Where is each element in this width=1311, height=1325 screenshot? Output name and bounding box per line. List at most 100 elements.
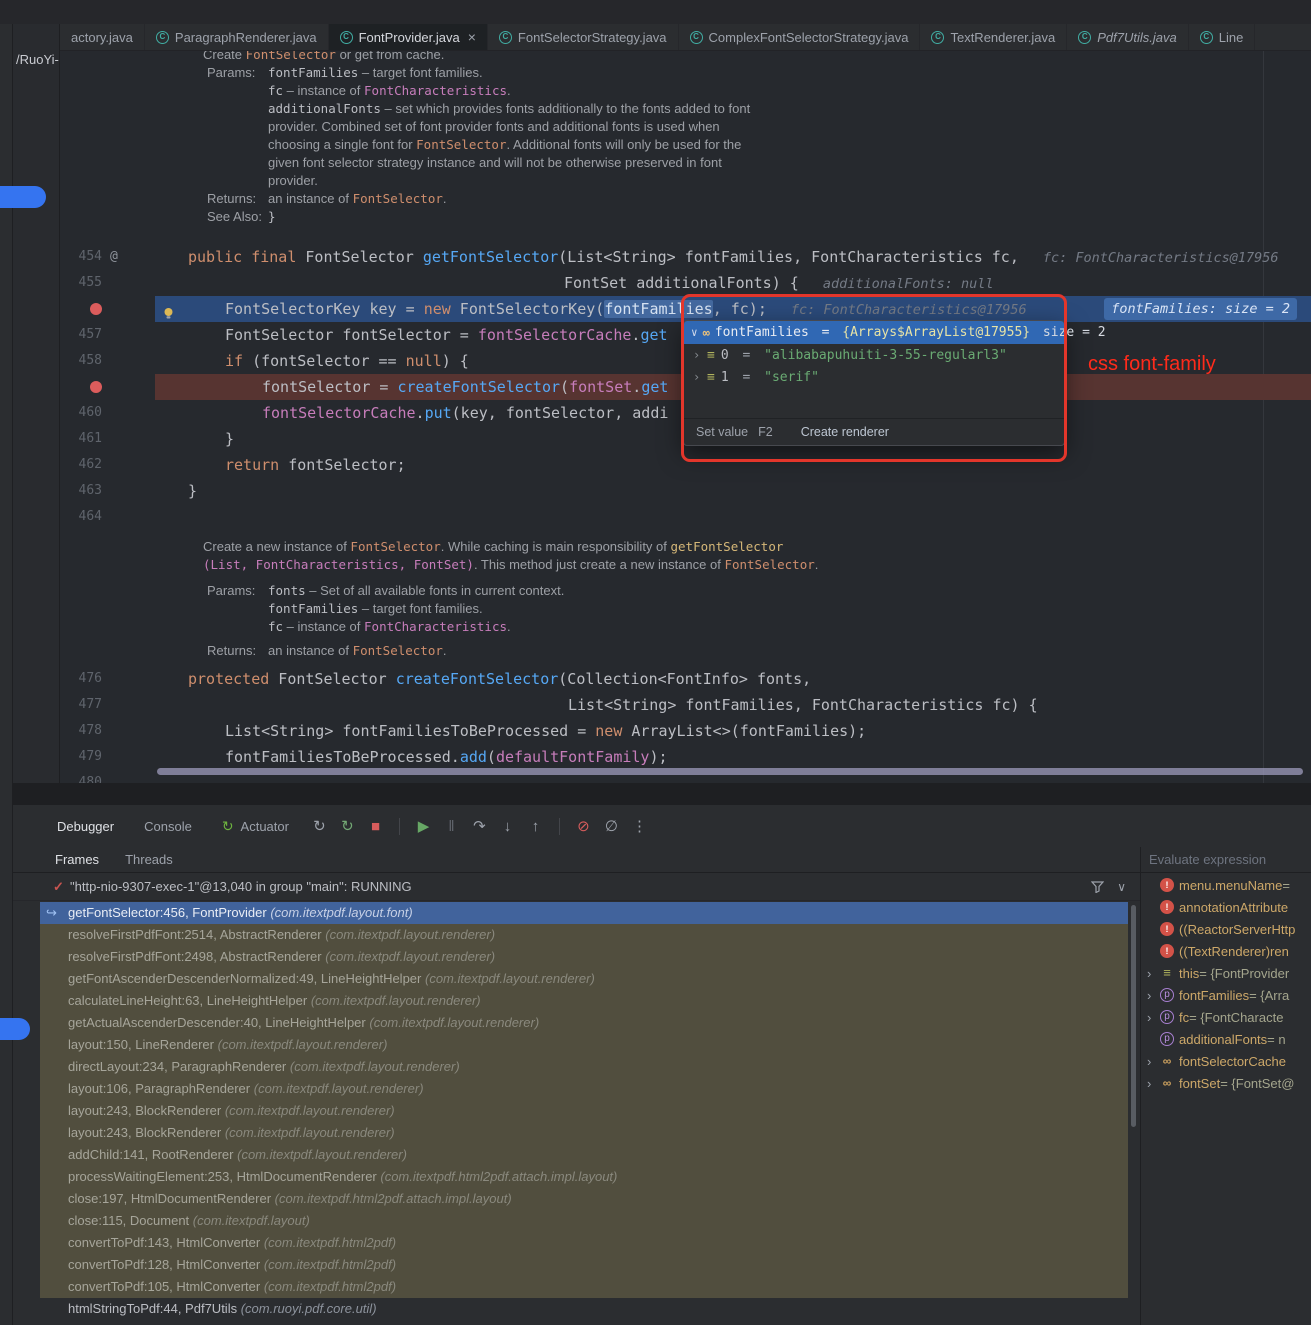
- stack-frame-row[interactable]: addChild:141, RootRenderer (com.itextpdf…: [40, 1144, 1128, 1166]
- evaluate-expression-field[interactable]: Evaluate expression: [1141, 847, 1311, 873]
- stop-icon[interactable]: ■: [367, 818, 384, 835]
- popup-variable-header[interactable]: ∨ ∞ fontFamilies = {Arrays$ArrayList@179…: [684, 321, 1064, 344]
- editor-tab-pdf7utils-java[interactable]: CPdf7Utils.java: [1067, 24, 1188, 50]
- stack-frame-row[interactable]: convertToPdf:105, HtmlConverter (com.ite…: [40, 1276, 1128, 1298]
- watch-row[interactable]: ›∞fontSelectorCache: [1141, 1050, 1311, 1072]
- frame-package: (com.itextpdf.layout.renderer): [325, 927, 495, 942]
- stack-frame-row[interactable]: resolveFirstPdfFont:2498, AbstractRender…: [40, 946, 1128, 968]
- debug-tab-console[interactable]: Console: [144, 819, 192, 834]
- editor-tab-fontprovider-java[interactable]: CFontProvider.java×: [329, 24, 488, 50]
- watch-row[interactable]: !((TextRenderer)ren: [1141, 940, 1311, 962]
- toolwindow-stripe-active-icon[interactable]: [0, 186, 46, 208]
- stack-frame-row[interactable]: ↪getFontSelector:456, FontProvider (com.…: [40, 902, 1128, 924]
- javadoc-line: Returns:an instance of FontSelector.: [60, 190, 1311, 208]
- tab-threads[interactable]: Threads: [125, 852, 173, 867]
- watch-row[interactable]: !menu.menuName =: [1141, 874, 1311, 896]
- chevron-right-icon[interactable]: ›: [693, 348, 701, 362]
- chevron-right-icon[interactable]: ›: [1147, 1010, 1160, 1025]
- watch-row[interactable]: ›≡this = {FontProvider: [1141, 962, 1311, 984]
- code-line[interactable]: 478List<String> fontFamiliesToBeProcesse…: [60, 718, 1311, 744]
- editor-tab-complexfontselectorstrategy-java[interactable]: CComplexFontSelectorStrategy.java: [679, 24, 921, 50]
- filter-funnel-icon[interactable]: [1091, 881, 1104, 893]
- pause-icon[interactable]: ‖: [443, 818, 460, 835]
- set-value-action[interactable]: Set value: [696, 425, 748, 439]
- stack-frame-row[interactable]: convertToPdf:143, HtmlConverter (com.ite…: [40, 1232, 1128, 1254]
- chevron-right-icon[interactable]: ›: [1147, 966, 1160, 981]
- code-line[interactable]: 477List<String> fontFamilies, FontCharac…: [60, 692, 1311, 718]
- javadoc-line: See Also:}: [60, 208, 1311, 226]
- chevron-right-icon[interactable]: ›: [1147, 988, 1160, 1003]
- watch-row[interactable]: !annotationAttribute: [1141, 896, 1311, 918]
- watch-row[interactable]: !((ReactorServerHttp: [1141, 918, 1311, 940]
- editor-gutter: [60, 556, 155, 574]
- code-line[interactable]: 455FontSet additionalFonts) {additionalF…: [60, 270, 1311, 296]
- watch-row[interactable]: padditionalFonts = n: [1141, 1028, 1311, 1050]
- editor-tab-paragraphrenderer-java[interactable]: CParagraphRenderer.java: [145, 24, 329, 50]
- mute-breakpoints-icon[interactable]: ⊘: [575, 817, 592, 835]
- stack-frame-row[interactable]: directLayout:234, ParagraphRenderer (com…: [40, 1056, 1128, 1078]
- array-item-row[interactable]: ›≡0 = "alibabapuhuiti-3-55-regularl3": [684, 344, 1064, 366]
- stack-frame-row[interactable]: layout:243, BlockRenderer (com.itextpdf.…: [40, 1100, 1128, 1122]
- stack-frame-row[interactable]: htmlStringToPdf:44, Pdf7Utils (com.ruoyi…: [40, 1298, 1128, 1320]
- tab-label: FontSelectorStrategy.java: [518, 30, 667, 45]
- code-line[interactable]: 463}: [60, 478, 1311, 504]
- stack-frame-row[interactable]: getFontAscenderDescenderNormalized:49, L…: [40, 968, 1128, 990]
- chevron-right-icon[interactable]: ›: [1147, 1054, 1160, 1069]
- chevron-right-icon[interactable]: ›: [693, 370, 701, 384]
- editor-tab-line[interactable]: CLine: [1189, 24, 1256, 50]
- gutter-space: [102, 322, 155, 348]
- vertical-scrollbar[interactable]: [1131, 905, 1136, 1127]
- tab-frames[interactable]: Frames: [55, 852, 99, 867]
- stack-frame-row[interactable]: processWaitingElement:253, HtmlDocumentR…: [40, 1166, 1128, 1188]
- code-line[interactable]: 476protected FontSelector createFontSele…: [60, 666, 1311, 692]
- stack-frame-row[interactable]: convertToPdf:128, HtmlConverter (com.ite…: [40, 1254, 1128, 1276]
- chevron-right-icon[interactable]: ›: [1147, 1076, 1160, 1091]
- stack-frame-row[interactable]: resolveFirstPdfFont:2514, AbstractRender…: [40, 924, 1128, 946]
- chevron-down-icon[interactable]: ∨: [691, 326, 698, 339]
- step-into-icon[interactable]: ↓: [499, 818, 516, 835]
- debug-tab-actuator[interactable]: ↻Actuator: [222, 818, 289, 835]
- stack-frame-row[interactable]: layout:243, BlockRenderer (com.itextpdf.…: [40, 1122, 1128, 1144]
- debug-tab-debugger[interactable]: Debugger: [57, 819, 114, 834]
- step-over-icon[interactable]: ↷: [471, 817, 488, 835]
- rerun-icon[interactable]: ↻: [311, 817, 328, 835]
- watch-row[interactable]: ›pfontFamilies = {Arra: [1141, 984, 1311, 1006]
- variable-size: size = 2: [1035, 325, 1105, 340]
- frame-package: (com.itextpdf.layout.renderer): [369, 1015, 539, 1030]
- code-line[interactable]: 462return fontSelector;: [60, 452, 1311, 478]
- editor-tab-actory-java[interactable]: actory.java: [60, 24, 145, 50]
- code-line[interactable]: 479fontFamiliesToBeProcessed.add(default…: [60, 744, 1311, 770]
- close-tab-icon[interactable]: ×: [468, 29, 476, 45]
- stack-frame-row[interactable]: layout:106, ParagraphRenderer (com.itext…: [40, 1078, 1128, 1100]
- stack-frame-row[interactable]: calculateLineHeight:63, LineHeightHelper…: [40, 990, 1128, 1012]
- more-icon[interactable]: ⋮: [631, 817, 648, 835]
- editor-tab-fontselectorstrategy-java[interactable]: CFontSelectorStrategy.java: [488, 24, 679, 50]
- toolwindow-stripe-active-icon[interactable]: [0, 1018, 30, 1040]
- stack-frame-row[interactable]: layout:150, LineRenderer (com.itextpdf.l…: [40, 1034, 1128, 1056]
- gutter-space: [102, 64, 155, 82]
- line-number: 457: [60, 322, 102, 348]
- thread-selector[interactable]: ✓ "http-nio-9307-exec-1"@13,040 in group…: [13, 873, 1140, 901]
- create-renderer-action[interactable]: Create renderer: [801, 425, 889, 439]
- horizontal-scrollbar[interactable]: [157, 768, 1303, 775]
- frames-panel: Frames Threads ✓ "http-nio-9307-exec-1"@1…: [13, 847, 1140, 1325]
- breakpoint-icon[interactable]: [90, 381, 102, 393]
- watch-row[interactable]: ›pfc = {FontCharacte: [1141, 1006, 1311, 1028]
- code-line[interactable]: 454@public final FontSelector getFontSel…: [60, 244, 1311, 270]
- breakpoint-icon[interactable]: [90, 303, 102, 315]
- chevron-down-icon[interactable]: ∨: [1117, 880, 1126, 894]
- stack-frame-row[interactable]: getActualAscenderDescender:40, LineHeigh…: [40, 1012, 1128, 1034]
- watch-row[interactable]: ›∞fontSet = {FontSet@: [1141, 1072, 1311, 1094]
- step-out-icon[interactable]: ↑: [527, 818, 544, 835]
- editor-tab-textrenderer-java[interactable]: CTextRenderer.java: [920, 24, 1067, 50]
- code-line[interactable]: FontSelectorKey key = new FontSelectorKe…: [60, 296, 1311, 322]
- stack-frame-row[interactable]: close:115, Document (com.itextpdf.layout…: [40, 1210, 1128, 1232]
- resume-icon[interactable]: ▶: [415, 817, 432, 835]
- stack-frame-row[interactable]: close:197, HtmlDocumentRenderer (com.ite…: [40, 1188, 1128, 1210]
- editor-tab-bar: actory.javaCParagraphRenderer.javaCFontP…: [60, 24, 1311, 51]
- rerun-debug-icon[interactable]: ↻: [339, 817, 356, 835]
- array-item-row[interactable]: ›≡1 = "serif": [684, 366, 1064, 388]
- debug-tabs: Debugger Console ↻Actuator: [57, 818, 289, 835]
- code-line[interactable]: 464: [60, 504, 1311, 530]
- evaluate-expression-icon[interactable]: ∅: [603, 817, 620, 835]
